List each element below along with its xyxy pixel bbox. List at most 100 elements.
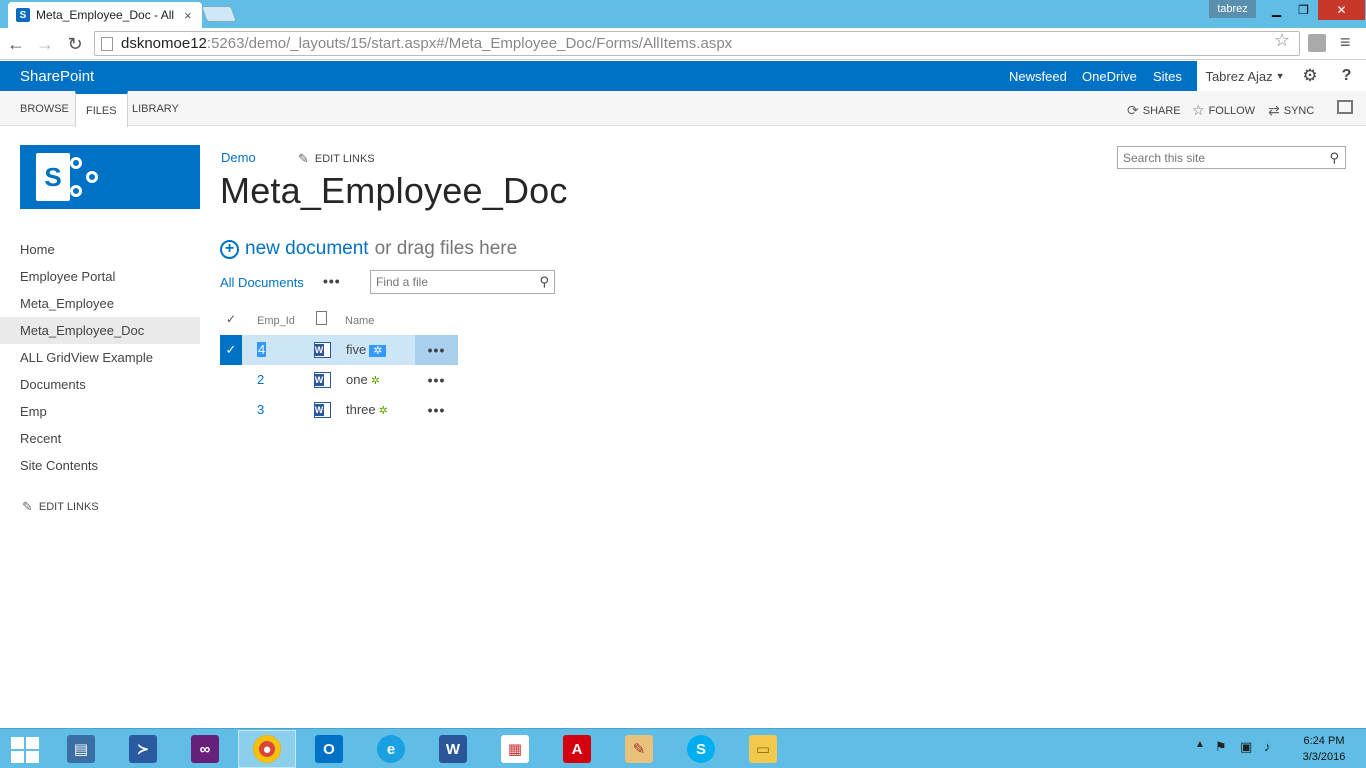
server-manager-icon[interactable]: ▤ bbox=[52, 730, 110, 768]
nav-item-all-gridview-example[interactable]: ALL GridView Example bbox=[0, 344, 200, 371]
search-icon[interactable]: ⚲ bbox=[1329, 150, 1339, 166]
view-more-ellipsis-icon[interactable]: ••• bbox=[323, 273, 341, 289]
find-file-input[interactable]: Find a file ⚲ bbox=[370, 270, 555, 294]
user-name: Tabrez Ajaz bbox=[1205, 68, 1273, 84]
new-item-icon: ✲ bbox=[369, 345, 387, 357]
view-all-documents[interactable]: All Documents bbox=[220, 275, 304, 290]
nav-item-employee-portal[interactable]: Employee Portal bbox=[0, 263, 200, 290]
internet-explorer-icon[interactable]: e bbox=[362, 730, 420, 768]
url-path: :5263/demo/_layouts/15/start.aspx#/Meta_… bbox=[206, 35, 733, 52]
nav-item-documents[interactable]: Documents bbox=[0, 371, 200, 398]
site-search-placeholder: Search this site bbox=[1123, 150, 1206, 165]
row-ellipsis-icon[interactable]: ••• bbox=[415, 335, 458, 365]
powershell-icon[interactable]: ≻ bbox=[114, 730, 172, 768]
profile-button[interactable]: tabrez bbox=[1209, 0, 1256, 18]
nav-item-site-contents[interactable]: Site Contents bbox=[0, 452, 200, 479]
row-checkbox[interactable] bbox=[220, 395, 242, 425]
row-file-name[interactable]: five ✲ bbox=[346, 342, 387, 357]
site-logo[interactable]: S bbox=[20, 145, 200, 209]
forward-arrow-icon[interactable]: → bbox=[33, 32, 57, 56]
plus-circle-icon[interactable]: + bbox=[220, 239, 239, 259]
table-row[interactable]: ✓ 4 five✲ ••• bbox=[220, 335, 458, 365]
reload-icon[interactable]: ↻ bbox=[63, 32, 87, 56]
address-bar[interactable]: dsknomoe12:5263/demo/_layouts/15/start.a… bbox=[94, 31, 1300, 56]
ribbon: BROWSE FILES LIBRARY ⟳ SHARE ☆ FOLLOW ⇄ … bbox=[0, 91, 1366, 127]
bookmark-star-icon[interactable]: ☆ bbox=[1274, 30, 1290, 51]
edit-links-top-button[interactable]: ✎ EDIT LINKS bbox=[298, 151, 375, 167]
paint-icon[interactable]: ✎ bbox=[610, 730, 668, 768]
browser-tab[interactable]: S Meta_Employee_Doc - All × bbox=[8, 2, 202, 28]
action-center-flag-icon[interactable]: ⚑ bbox=[1215, 739, 1227, 755]
word-icon[interactable]: W bbox=[424, 730, 482, 768]
search-icon[interactable]: ⚲ bbox=[539, 274, 549, 290]
settings-gear-icon[interactable]: ⚙ bbox=[1293, 61, 1327, 91]
follow-button[interactable]: ☆ FOLLOW bbox=[1192, 102, 1255, 119]
help-icon[interactable]: ? bbox=[1327, 61, 1366, 91]
newsfeed-link[interactable]: Newsfeed bbox=[1009, 69, 1067, 84]
tab-title: Meta_Employee_Doc - All bbox=[36, 8, 175, 22]
sharepoint-logo-icon: S bbox=[36, 153, 70, 201]
tray-chevron-up-icon[interactable]: ▲ bbox=[1195, 739, 1205, 750]
column-header-emp-id[interactable]: Emp_Id bbox=[257, 315, 295, 327]
tab-files[interactable]: FILES bbox=[75, 91, 128, 127]
volume-icon[interactable]: ♪ bbox=[1264, 739, 1271, 754]
select-all-checkmark-icon[interactable]: ✓ bbox=[226, 312, 236, 326]
follow-label: FOLLOW bbox=[1208, 104, 1256, 117]
row-file-name[interactable]: one ✲ bbox=[346, 372, 380, 387]
document-type-icon[interactable] bbox=[316, 311, 327, 325]
tab-library[interactable]: LIBRARY bbox=[122, 91, 189, 126]
edit-links-nav-button[interactable]: ✎ EDIT LINKS bbox=[22, 499, 99, 515]
windows-start-icon[interactable] bbox=[8, 735, 40, 763]
drag-files-text: or drag files here bbox=[374, 238, 518, 259]
user-menu[interactable]: Tabrez Ajaz ▼ bbox=[1197, 61, 1293, 91]
close-window-button[interactable]: ✕ bbox=[1318, 0, 1365, 20]
breadcrumb-demo[interactable]: Demo bbox=[221, 150, 256, 165]
table-row[interactable]: 3 three✲ ••• bbox=[220, 395, 460, 425]
new-document-link[interactable]: new document bbox=[245, 238, 369, 260]
row-emp-id: 2 bbox=[257, 372, 265, 387]
outlook-icon[interactable]: O bbox=[300, 730, 358, 768]
back-arrow-icon[interactable]: ← bbox=[4, 32, 28, 56]
nav-item-recent[interactable]: Recent bbox=[0, 425, 200, 452]
acrobat-icon[interactable]: A bbox=[548, 730, 606, 768]
nav-item-meta-employee-doc[interactable]: Meta_Employee_Doc bbox=[0, 317, 200, 344]
maximize-button[interactable]: ❐ bbox=[1291, 0, 1316, 20]
system-clock[interactable]: 6:24 PM 3/3/2016 bbox=[1294, 733, 1354, 765]
pencil-icon: ✎ bbox=[22, 499, 33, 514]
sharepoint-brand[interactable]: SharePoint bbox=[20, 68, 94, 85]
new-tab-button[interactable] bbox=[201, 6, 237, 22]
page-title: Meta_Employee_Doc bbox=[220, 170, 568, 211]
nav-item-emp[interactable]: Emp bbox=[0, 398, 200, 425]
row-ellipsis-icon[interactable]: ••• bbox=[415, 395, 458, 425]
row-checkbox[interactable]: ✓ bbox=[220, 335, 242, 365]
share-button[interactable]: ⟳ SHARE bbox=[1127, 102, 1181, 119]
file-explorer-icon[interactable]: ▭ bbox=[734, 730, 792, 768]
chrome-icon[interactable]: ● bbox=[238, 730, 296, 768]
row-checkbox[interactable] bbox=[220, 365, 242, 395]
column-header-name[interactable]: Name bbox=[345, 315, 374, 327]
table-row[interactable]: 2 one✲ ••• bbox=[220, 365, 460, 395]
nav-item-meta-employee[interactable]: Meta_Employee bbox=[0, 290, 200, 317]
browser-menu-icon[interactable]: ≡ bbox=[1340, 32, 1351, 53]
minimize-button[interactable]: ▁ bbox=[1264, 0, 1289, 20]
suite-bar: SharePoint Newsfeed OneDrive Sites Tabre… bbox=[0, 61, 1366, 91]
tab-close-icon[interactable]: × bbox=[184, 8, 192, 23]
focus-mode-icon[interactable] bbox=[1337, 100, 1353, 114]
tab-browse[interactable]: BROWSE bbox=[10, 91, 79, 126]
site-search-input[interactable]: Search this site ⚲ bbox=[1117, 146, 1346, 169]
sync-button[interactable]: ⇄ SYNC bbox=[1268, 102, 1314, 119]
skype-icon[interactable]: S bbox=[672, 730, 730, 768]
row-file-name[interactable]: three ✲ bbox=[346, 402, 388, 417]
sync-label: SYNC bbox=[1283, 104, 1315, 117]
browser-titlebar: S Meta_Employee_Doc - All × tabrez ▁ ❐ ✕ bbox=[0, 0, 1366, 28]
apps-grid-icon[interactable]: ▦ bbox=[486, 730, 544, 768]
onedrive-link[interactable]: OneDrive bbox=[1082, 69, 1137, 84]
network-icon[interactable]: ▣ bbox=[1240, 739, 1252, 755]
new-document-area: + new document or drag files here bbox=[220, 238, 517, 260]
row-emp-id: 4 bbox=[257, 342, 267, 357]
visual-studio-icon[interactable]: ∞ bbox=[176, 730, 234, 768]
row-ellipsis-icon[interactable]: ••• bbox=[415, 365, 458, 395]
nav-item-home[interactable]: Home bbox=[0, 236, 200, 263]
sites-link[interactable]: Sites bbox=[1153, 69, 1182, 84]
extension-icon[interactable] bbox=[1308, 34, 1326, 52]
